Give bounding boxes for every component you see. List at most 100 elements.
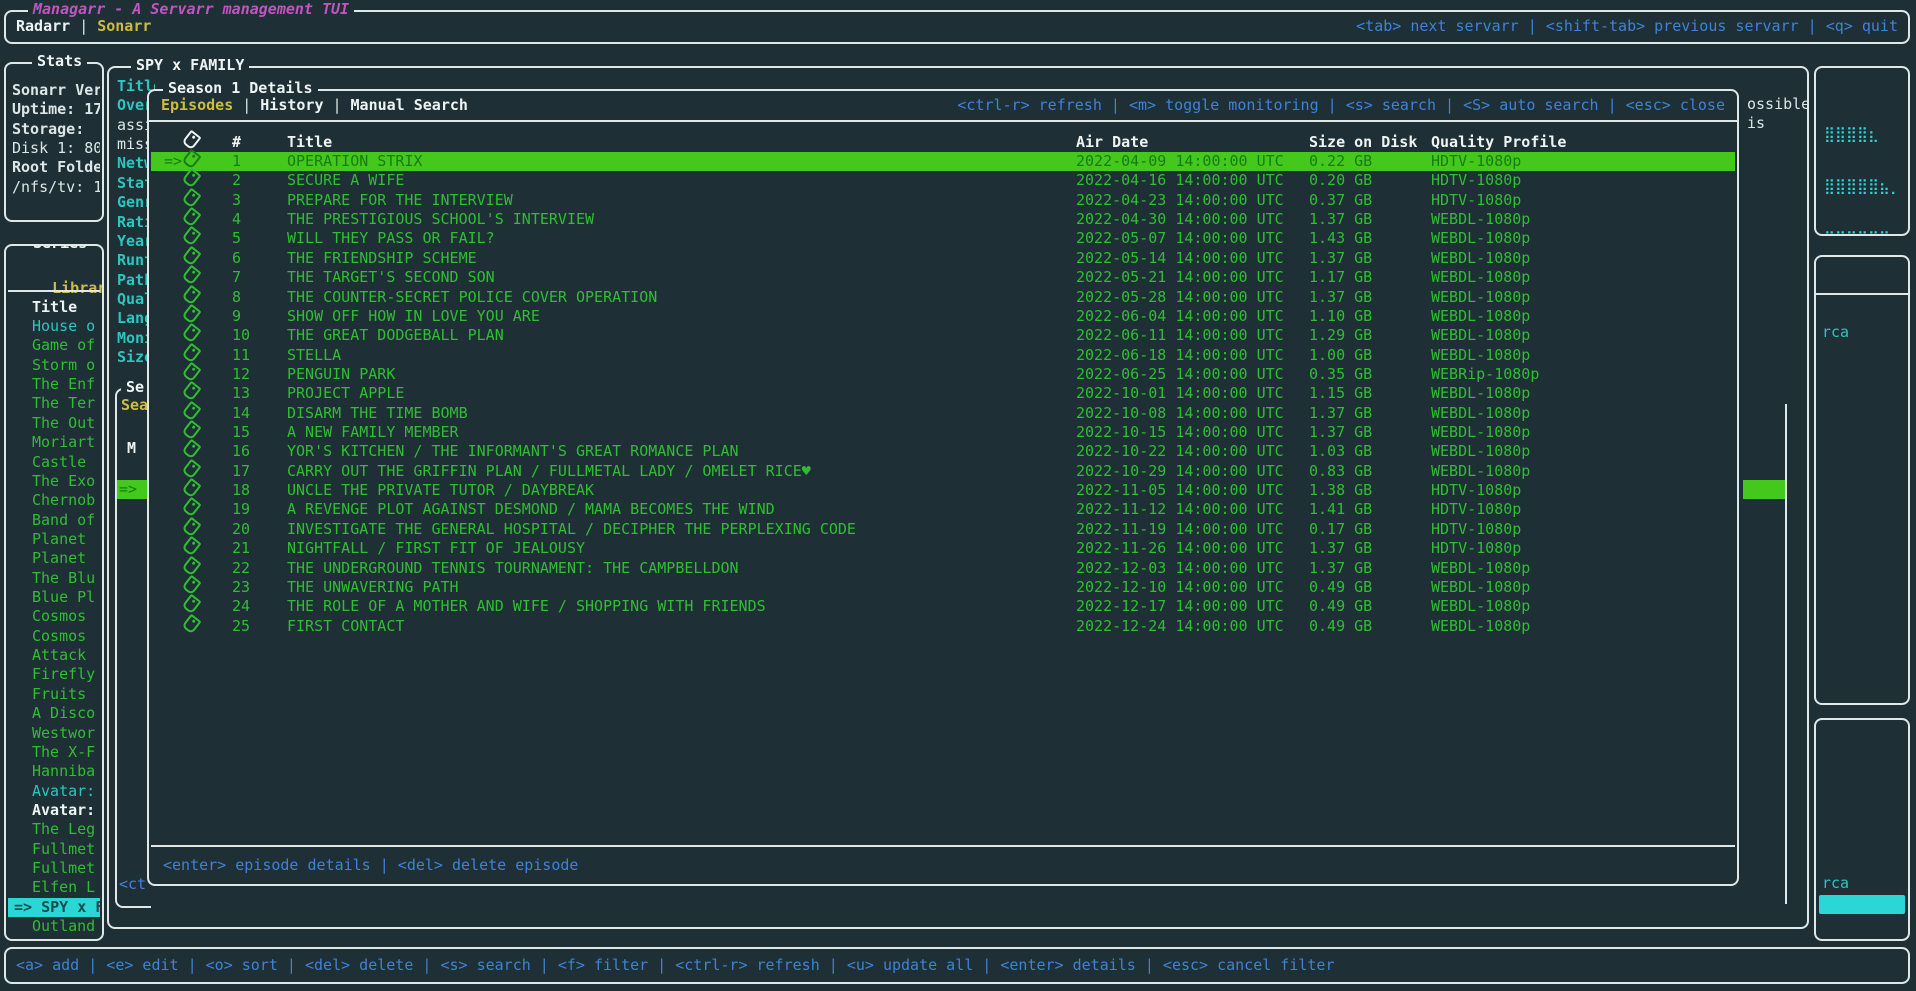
series-list-item[interactable]: The Ter xyxy=(8,394,100,413)
episode-number: 3 xyxy=(232,191,287,210)
episode-row[interactable]: 14 DISARM THE TIME BOMB 2022-10-08 14:00… xyxy=(151,404,1735,423)
series-list-item[interactable]: Fruits xyxy=(8,685,100,704)
episode-row[interactable]: 25 FIRST CONTACT 2022-12-24 14:00:00 UTC… xyxy=(151,617,1735,636)
episode-air-date: 2022-12-24 14:00:00 UTC xyxy=(1076,617,1309,636)
tab-episodes[interactable]: Episodes xyxy=(161,96,233,115)
episode-air-date: 2022-12-17 14:00:00 UTC xyxy=(1076,597,1309,616)
episode-row[interactable]: 7 THE TARGET'S SECOND SON 2022-05-21 14:… xyxy=(151,268,1735,287)
episode-row[interactable]: 2 SECURE A WIFE 2022-04-16 14:00:00 UTC … xyxy=(151,171,1735,190)
episode-air-date: 2022-06-04 14:00:00 UTC xyxy=(1076,307,1309,326)
series-list-item[interactable]: The Exo xyxy=(8,472,100,491)
tab-radarr[interactable]: Radarr xyxy=(16,17,70,36)
tab-library[interactable]: Library xyxy=(52,279,104,297)
series-list-item[interactable]: Avatar: xyxy=(8,801,100,820)
episode-row[interactable]: 10 THE GREAT DODGEBALL PLAN 2022-06-11 1… xyxy=(151,326,1735,345)
series-list-item[interactable]: Chernob xyxy=(8,491,100,510)
episode-quality: WEBDL-1080p xyxy=(1431,404,1735,423)
series-list-item[interactable]: A Disco xyxy=(8,704,100,723)
series-list-item[interactable]: Storm o xyxy=(8,356,100,375)
episode-title: PROJECT APPLE xyxy=(287,384,1076,403)
series-list-item[interactable]: Fullmet xyxy=(8,840,100,859)
episode-row[interactable]: 9 SHOW OFF HOW IN LOVE YOU ARE 2022-06-0… xyxy=(151,307,1735,326)
series-list-item[interactable]: Westwor xyxy=(8,724,100,743)
episode-row[interactable]: 17 CARRY OUT THE GRIFFIN PLAN / FULLMETA… xyxy=(151,462,1735,481)
series-list-item[interactable]: Game of xyxy=(8,336,100,355)
series-list-item[interactable]: Castle xyxy=(8,453,100,472)
episode-row[interactable]: 11 STELLA 2022-06-18 14:00:00 UTC 1.00 G… xyxy=(151,346,1735,365)
episode-row[interactable]: 21 NIGHTFALL / FIRST FIT OF JEALOUSY 202… xyxy=(151,539,1735,558)
season-details-tabs: Episodes | History | Manual Search <ctrl… xyxy=(149,91,1737,122)
episode-air-date: 2022-05-21 14:00:00 UTC xyxy=(1076,268,1309,287)
episode-title: THE ROLE OF A MOTHER AND WIFE / SHOPPING… xyxy=(287,597,1076,616)
episode-number: 7 xyxy=(232,268,287,287)
series-list-item[interactable]: Band of xyxy=(8,511,100,530)
episode-row[interactable]: => 1 OPERATION STRIX 2022-04-09 14:00:00… xyxy=(151,152,1735,171)
tab-sonarr[interactable]: Sonarr xyxy=(97,17,151,36)
episode-number: 2 xyxy=(232,171,287,190)
series-list-item[interactable]: Cosmos xyxy=(8,607,100,626)
episode-row[interactable]: 23 THE UNWAVERING PATH 2022-12-10 14:00:… xyxy=(151,578,1735,597)
stats-line: Root Folde xyxy=(12,158,100,177)
episode-air-date: 2022-05-14 14:00:00 UTC xyxy=(1076,249,1309,268)
tab-manual-search[interactable]: Manual Search xyxy=(351,96,468,115)
series-list-item[interactable]: Cosmos xyxy=(8,627,100,646)
series-list-item[interactable]: The Out xyxy=(8,414,100,433)
series-list-item[interactable]: Planet xyxy=(8,530,100,549)
episode-row[interactable]: 20 INVESTIGATE THE GENERAL HOSPITAL / DE… xyxy=(151,520,1735,539)
episode-quality: WEBDL-1080p xyxy=(1431,268,1735,287)
series-list-item[interactable]: Moriart xyxy=(8,433,100,452)
tag-icon[interactable] xyxy=(184,616,232,637)
episode-row[interactable]: 13 PROJECT APPLE 2022-10-01 14:00:00 UTC… xyxy=(151,384,1735,403)
episode-row[interactable]: 19 A REVENGE PLOT AGAINST DESMOND / MAMA… xyxy=(151,500,1735,519)
series-list-item[interactable]: Fullmet xyxy=(8,859,100,878)
series-list-item[interactable]: Avatar: xyxy=(8,782,100,801)
series-list-item[interactable]: The Leg xyxy=(8,820,100,839)
episode-size: 1.15 GB xyxy=(1309,384,1431,403)
tab-history[interactable]: History xyxy=(260,96,323,115)
seasons-tab-fragment[interactable]: Sea xyxy=(121,396,148,415)
series-list-item[interactable]: The Blu xyxy=(8,569,100,588)
series-list-item[interactable]: The X-F xyxy=(8,743,100,762)
episode-size: 0.49 GB xyxy=(1309,578,1431,597)
episode-quality: WEBDL-1080p xyxy=(1431,307,1735,326)
episode-row[interactable]: 3 PREPARE FOR THE INTERVIEW 2022-04-23 1… xyxy=(151,191,1735,210)
episode-air-date: 2022-11-19 14:00:00 UTC xyxy=(1076,520,1309,539)
episode-title: THE UNDERGROUND TENNIS TOURNAMENT: THE C… xyxy=(287,559,1076,578)
episode-quality: WEBDL-1080p xyxy=(1431,559,1735,578)
episode-size: 1.37 GB xyxy=(1309,539,1431,558)
right-fragment-panel-bottom: rca xyxy=(1814,718,1910,941)
episode-row[interactable]: 5 WILL THEY PASS OR FAIL? 2022-05-07 14:… xyxy=(151,229,1735,248)
series-list-item[interactable]: House o xyxy=(8,317,100,336)
series-list-item[interactable]: Outland xyxy=(8,917,100,936)
episode-number: 5 xyxy=(232,229,287,248)
episode-quality: WEBDL-1080p xyxy=(1431,229,1735,248)
header-air-date: Air Date xyxy=(1076,133,1309,152)
episode-row[interactable]: 15 A NEW FAMILY MEMBER 2022-10-15 14:00:… xyxy=(151,423,1735,442)
series-list-item[interactable]: Hanniba xyxy=(8,762,100,781)
episode-air-date: 2022-05-28 14:00:00 UTC xyxy=(1076,288,1309,307)
series-list-item[interactable]: The Enf xyxy=(8,375,100,394)
episode-size: 1.37 GB xyxy=(1309,404,1431,423)
library-keybind-hints: <a> add | <e> edit | <o> sort | <del> de… xyxy=(16,956,1335,975)
episode-row[interactable]: 12 PENGUIN PARK 2022-06-25 14:00:00 UTC … xyxy=(151,365,1735,384)
episode-row[interactable]: 16 YOR'S KITCHEN / THE INFORMANT'S GREAT… xyxy=(151,442,1735,461)
poster-dots-art: ⣿⣿⣿⣿⣆ ⣿⣿⣿⣿⣿⣦⡀ ⣿⣿⣿⣿⠿⠋ ⠉⠛⠋⠀⢀⣠⣀ ⣤⣤⡀⢀⣾⣿⣿⣷ ⣿⣿… xyxy=(1824,76,1910,236)
episode-row[interactable]: 4 THE PRESTIGIOUS SCHOOL'S INTERVIEW 202… xyxy=(151,210,1735,229)
series-list-item[interactable]: Blue Pl xyxy=(8,588,100,607)
series-list-item[interactable]: Planet xyxy=(8,549,100,568)
episode-title: THE COUNTER-SECRET POLICE COVER OPERATIO… xyxy=(287,288,1076,307)
series-list-item[interactable]: => SPY x F xyxy=(8,898,100,917)
episode-title: A NEW FAMILY MEMBER xyxy=(287,423,1076,442)
series-list-item[interactable]: Elfen L xyxy=(8,878,100,897)
series-list-item[interactable]: Attack xyxy=(8,646,100,665)
episode-row[interactable]: 18 UNCLE THE PRIVATE TUTOR / DAYBREAK 20… xyxy=(151,481,1735,500)
episode-title: STELLA xyxy=(287,346,1076,365)
overview-text-fragment: ossible is xyxy=(1747,95,1809,134)
series-list-item[interactable]: Firefly xyxy=(8,665,100,684)
episode-row[interactable]: 6 THE FRIENDSHIP SCHEME 2022-05-14 14:00… xyxy=(151,249,1735,268)
episode-row[interactable]: 24 THE ROLE OF A MOTHER AND WIFE / SHOPP… xyxy=(151,597,1735,616)
selected-season-row-fragment[interactable]: => S xyxy=(117,480,150,499)
episode-row[interactable]: 22 THE UNDERGROUND TENNIS TOURNAMENT: TH… xyxy=(151,559,1735,578)
episode-title: WILL THEY PASS OR FAIL? xyxy=(287,229,1076,248)
episode-row[interactable]: 8 THE COUNTER-SECRET POLICE COVER OPERAT… xyxy=(151,288,1735,307)
